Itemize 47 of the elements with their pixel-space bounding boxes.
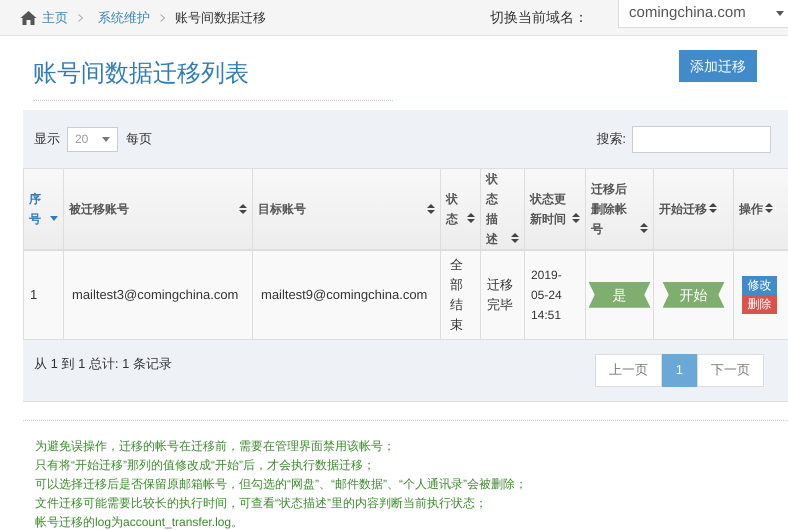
sort-icon[interactable]	[467, 213, 475, 223]
length-label: 每页	[126, 130, 152, 148]
domain-select[interactable]: comingchina.com	[618, 0, 788, 28]
status-tag: 开始	[662, 282, 724, 308]
breadcrumb-link[interactable]: 系统维护	[98, 8, 150, 28]
table-info: 从 1 到 1 总计: 1 条记录	[34, 354, 172, 372]
length-label: 显示	[34, 130, 60, 148]
search-label: 搜索:	[596, 130, 626, 148]
page-button[interactable]: 上一页	[594, 354, 662, 386]
sort-icon[interactable]	[427, 204, 435, 214]
delete-button[interactable]: 删除	[742, 294, 777, 314]
note-text: 文件迁移可能需要比较长的执行时间，可查看“状态描述”里的内容判断当前执行状态；	[35, 494, 488, 512]
status-tag: 是	[588, 282, 650, 308]
breadcrumb-link[interactable]: 主页	[42, 8, 68, 28]
search-field[interactable]	[632, 126, 771, 152]
sort-icon[interactable]	[511, 233, 519, 243]
page-title: 账号间数据迁移列表	[33, 59, 250, 89]
table-cell: 2019-05-24 14:51	[524, 250, 586, 339]
table-cell: mailtest3@comingchina.com	[64, 250, 252, 339]
note-text: 只有将“开始迁移”那列的值修改成“开始”后，才会执行数据迁移；	[35, 456, 376, 474]
page-size-select[interactable]: 20	[67, 126, 118, 152]
edit-button[interactable]: 修改	[742, 276, 777, 295]
sort-desc-icon[interactable]	[50, 213, 58, 223]
sort-icon[interactable]	[239, 204, 247, 214]
add-button[interactable]: 添加迁移	[679, 50, 757, 82]
page-button[interactable]: 1	[662, 354, 697, 386]
column-header[interactable]: 操作	[739, 199, 763, 219]
sort-icon[interactable]	[572, 213, 580, 223]
home-icon[interactable]	[20, 10, 37, 24]
domain-label: 切换当前域名：	[490, 8, 588, 27]
table-cell: 迁移完毕	[480, 250, 524, 339]
caret-icon[interactable]	[102, 136, 110, 142]
table-cell: 1	[24, 250, 64, 339]
caret-icon[interactable]	[776, 10, 784, 16]
note-text: 为避免误操作，迁移的帐号在迁移前，需要在管理界面禁用该帐号；	[35, 438, 396, 454]
breadcrumb-current: 账号间数据迁移	[175, 8, 266, 27]
sort-icon[interactable]	[640, 223, 648, 233]
note-text: 帐号迁移的log为account_transfer.log。	[35, 514, 244, 530]
table-cell: mailtest9@comingchina.com	[252, 250, 440, 339]
sort-icon[interactable]	[765, 203, 773, 213]
chevron-right-icon	[78, 14, 83, 22]
table-cell: 全部结束	[440, 250, 480, 339]
page-button[interactable]: 下一页	[697, 354, 764, 386]
sort-icon[interactable]	[709, 203, 717, 213]
note-text: 可以选择迁移后是否保留原邮箱帐号，但勾选的“网盘”、“邮件数据”、“个人通讯录”会被删除；	[35, 476, 528, 492]
chevron-right-icon	[160, 14, 165, 22]
column-header[interactable]: 开始迁移	[659, 199, 707, 219]
